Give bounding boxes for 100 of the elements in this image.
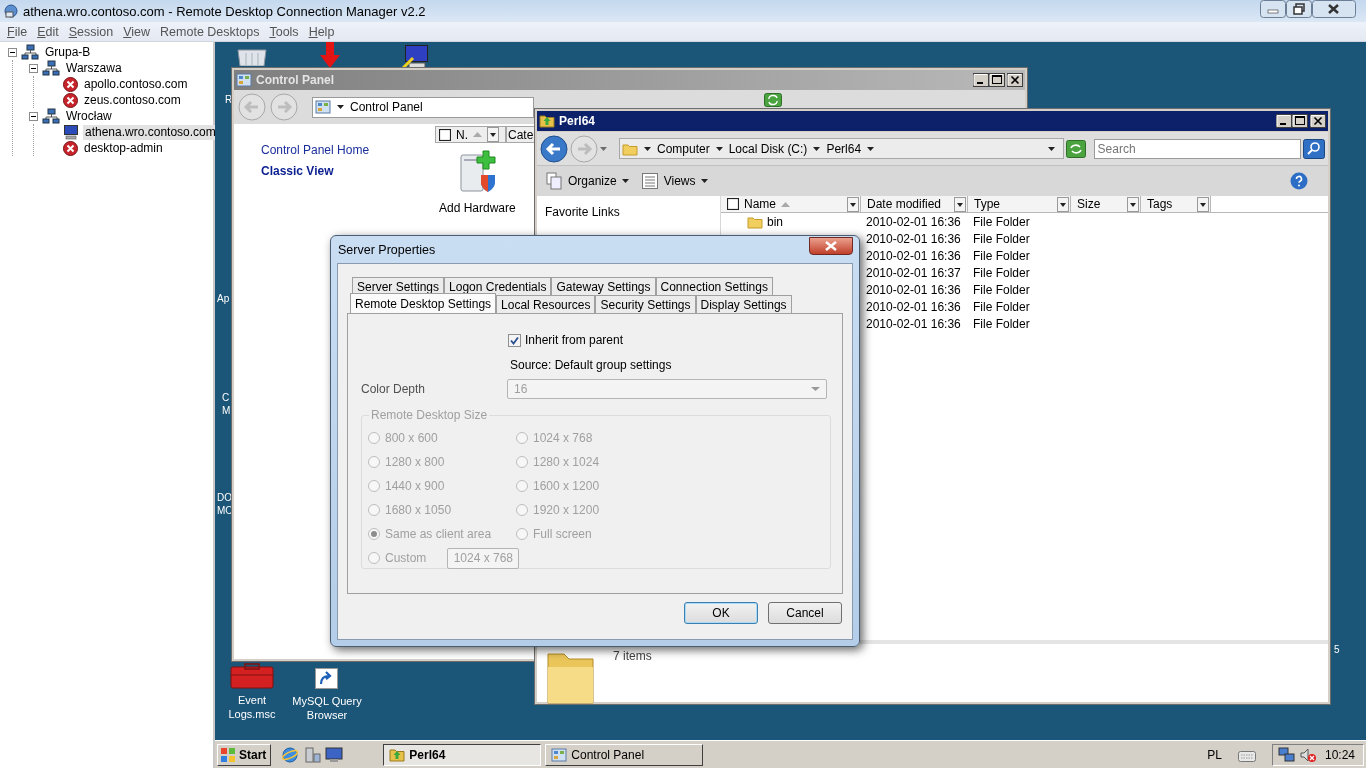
tree-item[interactable]: zeus.contoso.com	[82, 92, 183, 108]
address-bar[interactable]: Computer Local Disk (C:) Perl64	[619, 138, 1064, 159]
radio-label: Full screen	[533, 527, 592, 541]
tab[interactable]: Security Settings	[595, 295, 696, 313]
column-header[interactable]: Size	[1071, 196, 1141, 212]
breadcrumb[interactable]: Computer	[657, 141, 710, 156]
icon-label: DO	[217, 492, 232, 504]
table-cell-text: File Folder	[972, 231, 1031, 246]
caret-icon	[621, 179, 629, 183]
column-header[interactable]: Type	[968, 196, 1071, 212]
menu-item[interactable]: Tools	[264, 24, 304, 39]
table-cell-text: 2010-02-01 16:36	[865, 248, 962, 263]
refresh-icon[interactable]	[764, 93, 782, 107]
tree-item[interactable]: athena.wro.contoso.com	[83, 124, 218, 140]
icon-label: C	[222, 392, 230, 404]
menu-item[interactable]: View	[118, 24, 156, 39]
checkbox-icon	[439, 128, 451, 141]
tab[interactable]: Logon Credentials	[444, 277, 552, 295]
search-button[interactable]	[1303, 138, 1325, 159]
column-header[interactable]: Tags	[1141, 196, 1211, 212]
column-header[interactable]: Name	[721, 196, 861, 212]
network-icon	[21, 44, 39, 60]
nav-link[interactable]: Control Panel Home	[261, 143, 370, 157]
server-icon[interactable]	[303, 745, 322, 764]
toolbar-button[interactable]: Views	[640, 172, 708, 190]
checkbox-label: Inherit from parent	[525, 333, 624, 347]
caret-icon	[337, 105, 344, 109]
menu-item[interactable]: Edit	[32, 24, 64, 39]
dialog-button[interactable]: Cancel	[768, 602, 842, 624]
list-icon	[640, 172, 659, 190]
taskbar-button[interactable]: Control Panel	[545, 743, 704, 766]
tree-item[interactable]: desktop-admin	[82, 140, 165, 156]
address-bar[interactable]: Control Panel	[312, 96, 534, 118]
breadcrumb[interactable]: Control Panel	[350, 100, 423, 114]
section-title: Favorite Links	[545, 205, 621, 219]
close-button[interactable]	[809, 237, 853, 255]
maximize-button[interactable]	[1292, 114, 1308, 128]
column-header[interactable]: N.	[435, 126, 506, 143]
source-text: Source: Default group settings	[510, 358, 673, 372]
shortcut-icon[interactable]	[313, 666, 341, 690]
tree-toggle[interactable]	[8, 47, 17, 57]
help-icon[interactable]	[1290, 172, 1308, 190]
network-icon	[42, 108, 60, 124]
menu-item[interactable]: Help	[303, 24, 340, 39]
tree-toggle[interactable]	[29, 111, 38, 121]
recycle-bin-icon[interactable]	[234, 46, 270, 66]
checkbox[interactable]	[508, 333, 521, 347]
tree-item[interactable]: apollo.contoso.com	[82, 76, 190, 92]
network-icon[interactable]	[1277, 747, 1295, 762]
close-button[interactable]	[1312, 0, 1356, 18]
back-button[interactable]	[540, 134, 568, 163]
close-button[interactable]	[1310, 114, 1326, 128]
computer-icon[interactable]	[401, 44, 431, 70]
toolbar-button[interactable]: Organize	[545, 172, 629, 190]
column-header[interactable]: Date modified	[861, 196, 968, 212]
breadcrumb[interactable]: Local Disk (C:)	[728, 141, 808, 156]
item-count: 7 items	[613, 649, 652, 663]
table-cell-text: 2010-02-01 16:36	[865, 214, 962, 229]
field-label: Color Depth	[361, 382, 427, 396]
file-name[interactable]: bin	[767, 214, 783, 229]
breadcrumb[interactable]: Perl64	[826, 141, 862, 156]
tab[interactable]: Display Settings	[695, 295, 792, 313]
icon-label: Event Logs.msc	[227, 693, 277, 721]
restore-button[interactable]	[1286, 0, 1312, 18]
tab[interactable]: Connection Settings	[655, 277, 773, 295]
tree-item[interactable]: Grupa-B	[43, 44, 93, 60]
nav-link[interactable]: Classic View	[261, 164, 334, 178]
table-cell-text: File Folder	[972, 265, 1031, 280]
sort-icon	[473, 132, 482, 137]
menu-item[interactable]: File	[2, 24, 33, 39]
dialog-button[interactable]: OK	[684, 602, 758, 624]
start-button[interactable]: Start	[217, 743, 272, 766]
folder-icon	[747, 214, 763, 229]
dropdown-caret-icon[interactable]	[1047, 146, 1055, 151]
item-label[interactable]: Add Hardware	[439, 201, 516, 215]
tab[interactable]: Local Resources	[496, 295, 596, 313]
caret-icon	[715, 146, 723, 151]
tree-toggle[interactable]	[29, 63, 38, 73]
minimize-button[interactable]	[1276, 114, 1292, 128]
caret-icon[interactable]	[600, 146, 607, 151]
menu-item[interactable]: Session	[63, 24, 119, 39]
column-header[interactable]: Cate	[506, 126, 535, 143]
menu-item[interactable]: Remote Desktops	[155, 24, 265, 39]
search-field[interactable]: Search	[1093, 138, 1301, 159]
refresh-icon[interactable]	[1065, 139, 1086, 158]
radio-label: Custom	[385, 551, 427, 565]
taskbar-button[interactable]: Perl64	[383, 743, 542, 766]
window-title: athena.wro.contoso.com - Remote Desktop Connection Manager v2.2	[23, 3, 427, 19]
globe-icon[interactable]	[281, 745, 300, 764]
icon-label: MySQL Query Browser	[291, 694, 363, 722]
tab[interactable]: Remote Desktop Settings	[350, 293, 497, 313]
folder-icon	[389, 746, 406, 763]
desktop-icon[interactable]	[325, 746, 344, 763]
table-cell-text: File Folder	[972, 248, 1031, 263]
tab[interactable]: Gateway Settings	[551, 277, 656, 295]
radio-label: 1680 x 1050	[385, 503, 452, 517]
speaker-muted-icon[interactable]	[1298, 746, 1317, 763]
tree-item[interactable]: Warszawa	[64, 60, 124, 76]
tree-item[interactable]: Wrocław	[64, 108, 114, 124]
language-indicator[interactable]: PL	[1207, 747, 1222, 762]
